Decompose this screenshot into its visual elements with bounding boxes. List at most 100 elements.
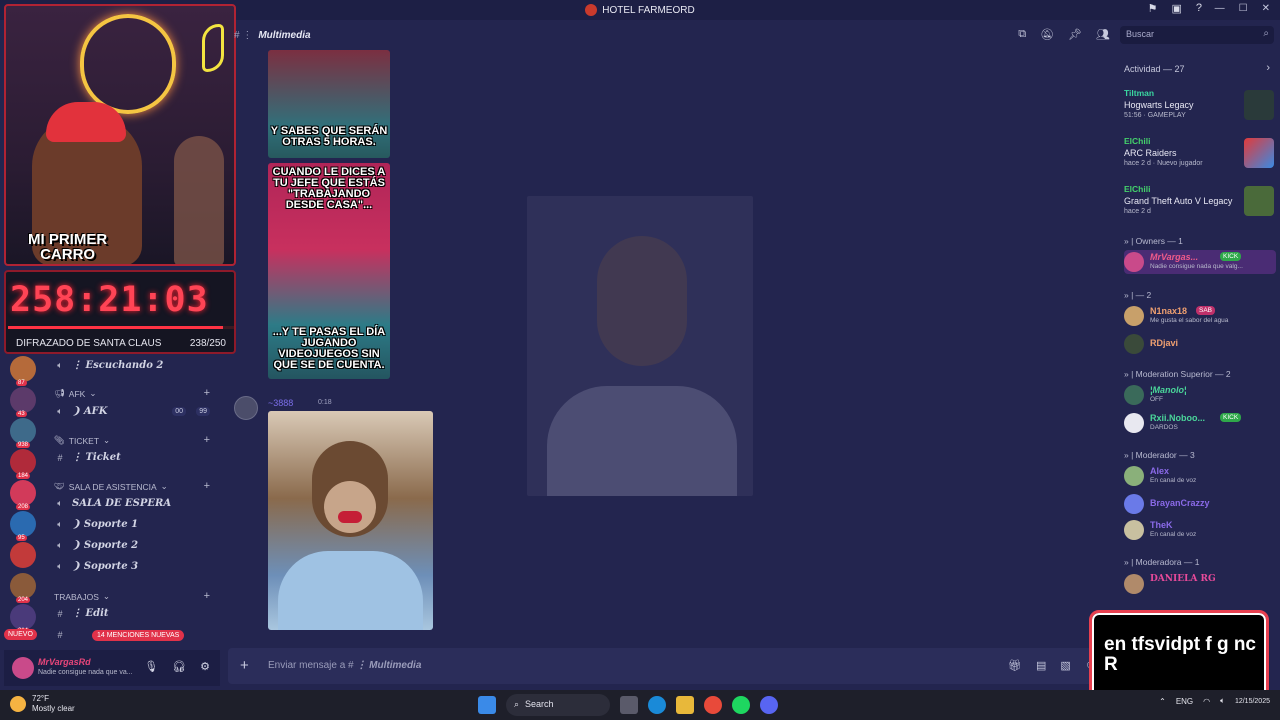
maximize-button[interactable]: ☐	[1239, 3, 1248, 14]
pin-icon[interactable]: 📌︎	[1068, 28, 1082, 41]
message-author[interactable]: ~3888	[268, 398, 293, 408]
channel-list: 🔈︎ ⋮ Escuchando 2 📢︎ AFK ⌄ + 🔈︎ ❩ AFK 00 99 …	[44, 356, 220, 646]
help-icon[interactable]: ?	[1196, 2, 1202, 15]
microphone-icon[interactable]: 🎙︎	[144, 660, 158, 673]
category-ticket[interactable]: 📎︎ TICKET ⌄	[54, 435, 110, 446]
gift-icon[interactable]: 🎁︎	[1008, 659, 1022, 672]
channel-afk[interactable]: 🔈︎ ❩ AFK	[54, 406, 107, 417]
add-attachment-icon[interactable]: +	[240, 657, 249, 674]
flag-icon[interactable]: ⚑	[1148, 2, 1158, 15]
monkey-image[interactable]	[268, 411, 433, 630]
meme-caption: Y SABES QUE SERÁN OTRAS 5 HORAS.	[270, 125, 388, 148]
activity-item[interactable]: ElChili Grand Theft Auto V Legacy hace 2…	[1124, 184, 1274, 224]
member-item[interactable]: MrVargas... KICK Nadie consigue nada que…	[1124, 250, 1276, 274]
volume-icon[interactable]: 🔈︎	[1220, 696, 1225, 706]
member-item[interactable]: Alex En canal de voz	[1124, 464, 1276, 488]
member-item[interactable]: Rxii.Noboo... KICK DARDOS	[1124, 411, 1276, 435]
spotify-icon[interactable]	[732, 696, 750, 714]
add-channel-button[interactable]: +	[204, 480, 210, 492]
kick-badge: KICK	[1220, 252, 1242, 261]
server-list: 87 43 938 184 208 95 204 214	[4, 356, 40, 656]
server-icon[interactable]: 184	[10, 449, 36, 479]
server-badge: 204	[16, 597, 31, 603]
image-preview-overlay[interactable]	[527, 196, 753, 496]
chevron-right-icon[interactable]: ›	[1266, 62, 1270, 74]
taskbar: 72°F Mostly clear ⌕ Search ⌃ ENG ◠ 🔈︎ 12/…	[0, 690, 1280, 720]
minimize-button[interactable]: —	[1215, 3, 1225, 14]
category-trabajos[interactable]: TRABAJOS ⌄	[54, 591, 110, 602]
sticker-icon[interactable]: ▧	[1060, 659, 1070, 672]
server-icon[interactable]: 95	[10, 511, 36, 541]
notifications-icon[interactable]: 🔕︎	[1040, 28, 1054, 41]
gif-icon[interactable]: ▤	[1036, 659, 1046, 672]
clock[interactable]: 12/15/2025	[1235, 697, 1270, 706]
game-thumbnail	[1244, 90, 1274, 120]
server-icon[interactable]: 938	[10, 418, 36, 448]
discord-icon[interactable]	[760, 696, 778, 714]
search-placeholder: Buscar	[1126, 29, 1155, 39]
language-indicator[interactable]: ENG	[1176, 697, 1193, 706]
server-icon[interactable]: 43	[10, 387, 36, 417]
message-composer[interactable]: + Enviar mensaje a # ⋮ Multimedia 🎁︎ ▤ ▧…	[228, 648, 1108, 684]
server-icon[interactable]: 87	[10, 356, 36, 386]
file-explorer-icon[interactable]	[676, 696, 694, 714]
tray-chevron-icon[interactable]: ⌃	[1159, 697, 1166, 706]
new-mentions-badge[interactable]: 14 MENCIONES NUEVAS	[92, 630, 185, 641]
inbox-icon[interactable]: ▣	[1171, 2, 1181, 15]
activity-item[interactable]: Tiltman Hogwarts Legacy 51:56 · GAMEPLAY	[1124, 88, 1274, 128]
taskbar-search[interactable]: ⌕ Search	[506, 694, 610, 716]
server-icon[interactable]: 208	[10, 480, 36, 510]
server-icon[interactable]: 214	[10, 604, 36, 634]
channel-escuchando[interactable]: 🔈︎ ⋮ Escuchando 2	[54, 360, 163, 371]
channel-hidden[interactable]: #	[54, 630, 66, 640]
monkey-lips	[338, 511, 362, 523]
add-channel-button[interactable]: +	[204, 434, 210, 446]
goal-progress-bar	[8, 326, 234, 329]
server-badge: 208	[16, 504, 31, 510]
search-input[interactable]: Buscar ⌕	[1120, 26, 1274, 44]
user-panel: MrVargasRd Nadie consigue nada que va...…	[4, 650, 220, 686]
add-channel-button[interactable]: +	[204, 387, 210, 399]
server-icon[interactable]	[10, 542, 36, 568]
member-item[interactable]: ¦Manolo¦ OFF	[1124, 383, 1276, 407]
channel-soporte-2[interactable]: 🔈︎ ❩ Soporte 2	[54, 540, 138, 551]
avatar[interactable]	[234, 396, 258, 420]
headphones-icon[interactable]: 🎧︎	[172, 660, 186, 673]
avatar[interactable]	[12, 657, 34, 679]
message-input[interactable]: Enviar mensaje a # ⋮ Multimedia	[268, 660, 421, 671]
member-item[interactable]: RDjavi	[1124, 332, 1276, 356]
add-channel-button[interactable]: +	[204, 590, 210, 602]
chrome-icon[interactable]	[704, 696, 722, 714]
server-icon[interactable]: 204	[10, 573, 36, 603]
weather-widget[interactable]: 72°F Mostly clear	[10, 694, 75, 714]
member-item[interactable]: DANIELA RG	[1124, 572, 1276, 596]
member-item[interactable]: TheK En canal de voz	[1124, 518, 1276, 542]
channel-soporte-3[interactable]: 🔈︎ ❩ Soporte 3	[54, 561, 138, 572]
meme-image-1[interactable]: Y SABES QUE SERÁN OTRAS 5 HORAS.	[268, 50, 390, 158]
category-afk[interactable]: 📢︎ AFK ⌄	[54, 388, 96, 399]
channel-ticket[interactable]: # ⋮ Ticket	[54, 452, 120, 463]
threads-icon[interactable]: ⧉	[1018, 28, 1026, 41]
user-limit-badge: 99	[196, 407, 210, 416]
channel-sala-espera[interactable]: 🔈︎ SALA DE ESPERA	[54, 498, 171, 509]
member-item[interactable]: N1nax18 SAB Me gusta el sabor del agua	[1124, 304, 1276, 328]
channel-edit[interactable]: # ⋮ Edit	[54, 608, 108, 619]
username[interactable]: MrVargasRd	[38, 657, 91, 667]
task-view-icon[interactable]	[620, 696, 638, 714]
member-list-icon[interactable]: 👥︎	[1096, 28, 1110, 41]
start-icon[interactable]	[478, 696, 496, 714]
activity-item[interactable]: ElChili ARC Raiders hace 2 d · Nuevo jug…	[1124, 136, 1274, 176]
settings-gear-icon[interactable]: ⚙	[200, 660, 210, 673]
meme-image-2[interactable]: CUANDO LE DICES A TU JEFE QUE ESTÁS "TRA…	[268, 163, 390, 379]
channel-title: Multimedia	[258, 29, 311, 41]
placeholder-channel: ⋮ Multimedia	[356, 660, 422, 671]
system-tray: ⌃ ENG ◠ 🔈︎ 12/15/2025	[1159, 696, 1270, 706]
wifi-icon[interactable]: ◠	[1203, 697, 1210, 706]
edge-icon[interactable]	[648, 696, 666, 714]
channel-soporte-1[interactable]: 🔈︎ ❩ Soporte 1	[54, 519, 138, 530]
close-button[interactable]: ✕	[1262, 3, 1270, 14]
category-sala[interactable]: 🤝︎ SALA DE ASISTENCIA ⌄	[54, 481, 168, 492]
member-name: RDjavi	[1150, 338, 1179, 348]
member-item[interactable]: BrayanCrazzy	[1124, 492, 1276, 516]
role-tag: SAB	[1196, 306, 1216, 315]
